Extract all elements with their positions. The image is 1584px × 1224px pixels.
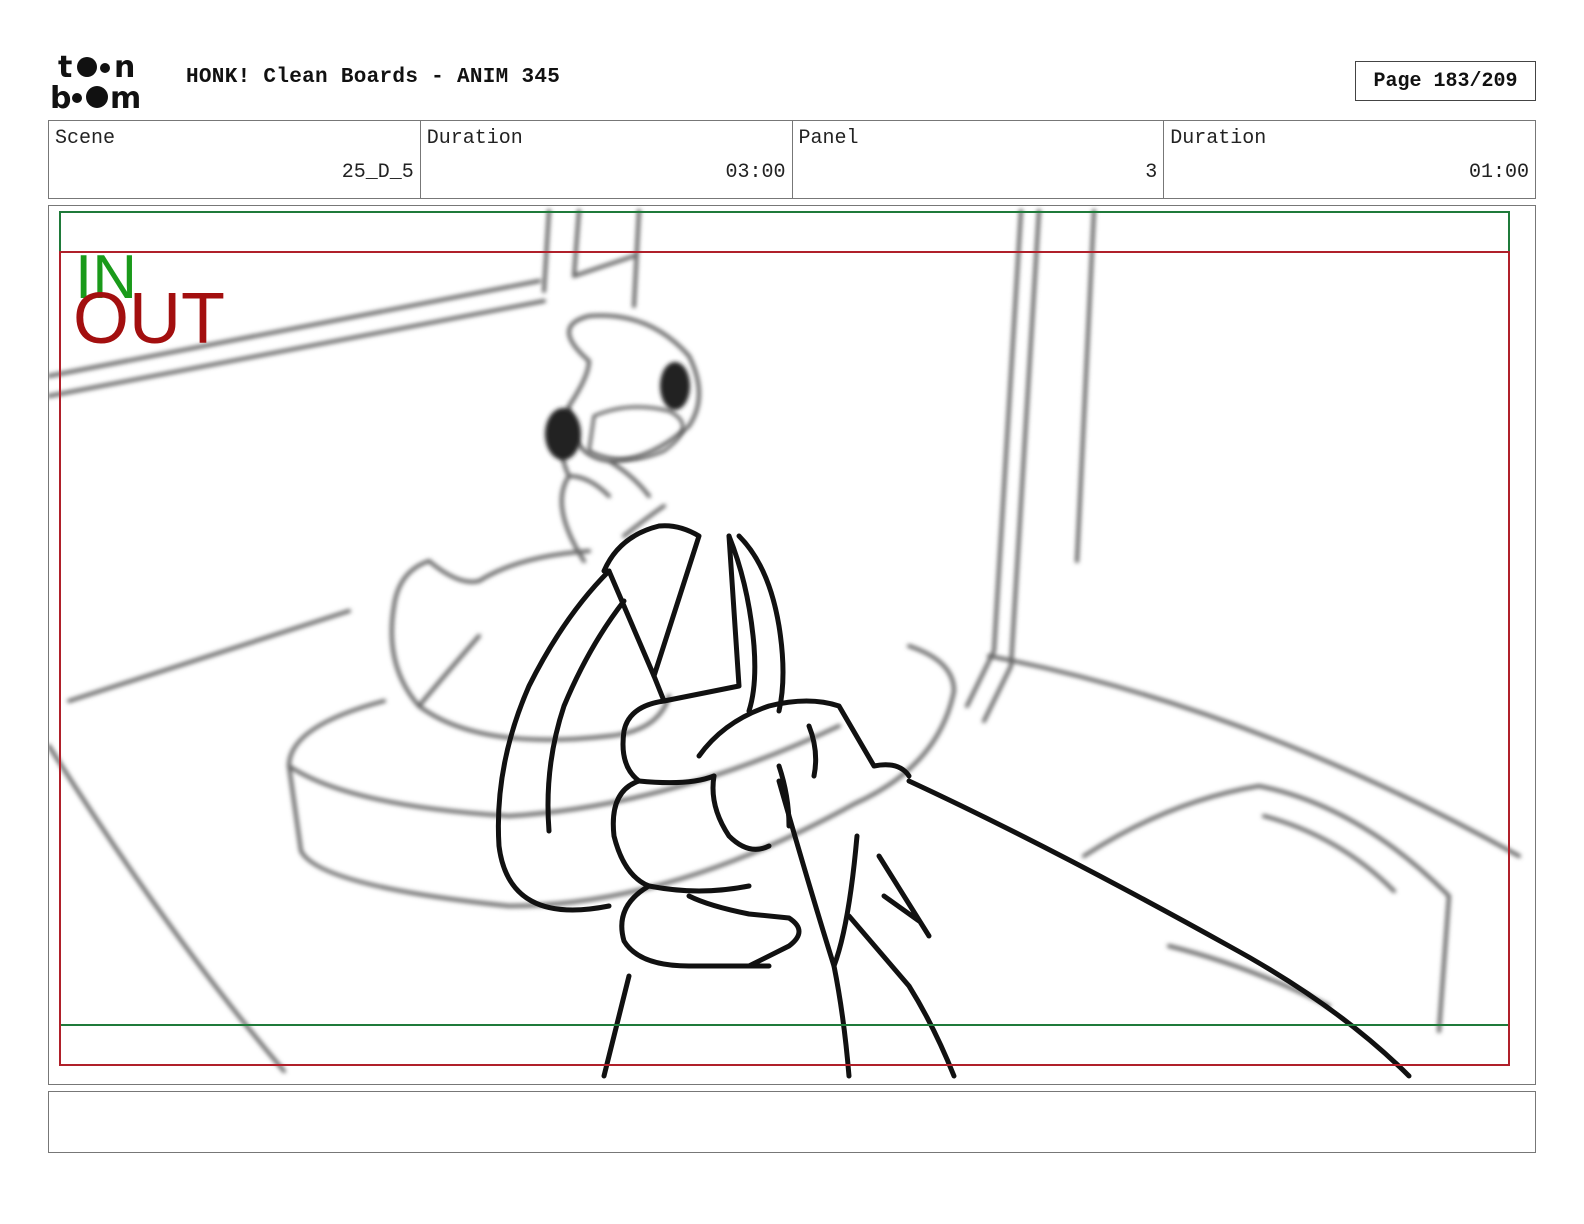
background-sketch [49,209,1521,1073]
out-label: OUT [73,279,225,359]
panel-duration-label: Duration [1170,127,1267,150]
scene-duration-label: Duration [426,127,523,150]
panel-notes[interactable] [48,1091,1536,1153]
panel-duration-cell: Duration 01:00 [1164,121,1535,198]
scene-cell: Scene 25_D_5 [49,121,421,198]
document-title: HONK! Clean Boards - ANIM 345 [186,66,561,89]
panel-duration-value: 01:00 [1468,161,1529,184]
scene-info-row: Scene 25_D_5 Duration 03:00 Panel 3 Dura… [48,120,1536,199]
svg-text:b: b [50,81,71,112]
page-number: Page 183/209 [1355,61,1536,101]
svg-text:n: n [114,50,135,85]
scene-value: 25_D_5 [341,161,414,184]
in-safe-frame [59,211,1510,1026]
panel-label: Panel [798,127,859,150]
toon-boom-logo: t n b m [50,50,165,116]
foreground-hand-plunger [495,523,1412,1079]
panel-cell: Panel 3 [793,121,1165,198]
panel-drawing: IN OUT [49,209,1521,1079]
scene-label: Scene [55,127,116,150]
scene-duration-value: 03:00 [725,161,786,184]
svg-text:m: m [110,81,141,112]
svg-text:t: t [58,50,72,85]
storyboard-panel: IN OUT [48,205,1536,1085]
scene-duration-cell: Duration 03:00 [421,121,793,198]
panel-value: 3 [1145,161,1158,184]
goose-eyes [545,362,690,461]
